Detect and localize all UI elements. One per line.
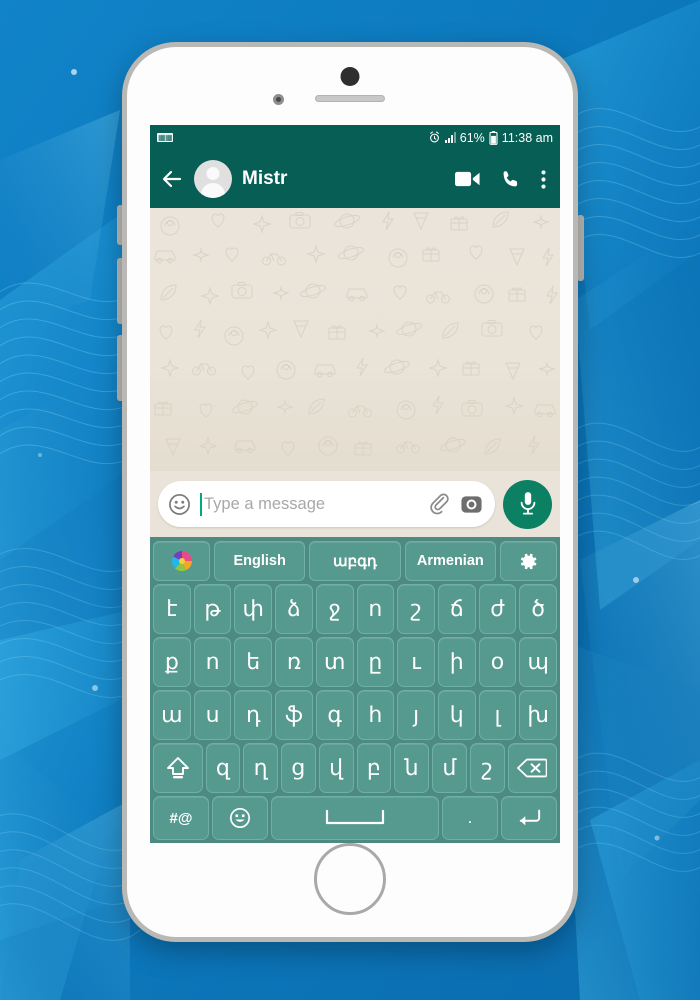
video-camera-icon[interactable] [455,169,480,189]
key-2-2[interactable]: դ [234,690,273,740]
language-armenian-label: Armenian [416,553,484,569]
keyboard-row-4: զ ղ ց վ բ ն մ շ [153,743,557,793]
avatar[interactable] [194,160,232,198]
key-3-7[interactable]: շ [469,743,505,793]
keyboard-row-3: ա ս դ ֆ գ հ յ կ լ խ [152,690,558,740]
keyboard-row-2: ք ո ե ռ տ ը ւ ի օ պ [152,637,558,687]
phone-screen: ▦▦ 61% 11:38 am Mistr Type a message Eng… [150,125,560,843]
smiley-icon[interactable] [168,493,191,516]
theme-palette-icon [171,551,192,572]
key-0-9[interactable]: ծ [519,584,558,634]
front-camera-icon [273,94,284,105]
key-2-4[interactable]: գ [315,690,354,740]
message-input-bar: Type a message [150,471,560,537]
microphone-icon [520,492,535,515]
chat-header: Mistr [150,150,560,208]
key-1-2[interactable]: ե [234,637,273,687]
key-0-5[interactable]: ո [356,584,395,634]
key-1-9[interactable]: պ [519,637,558,687]
key-3-4[interactable]: բ [356,743,392,793]
key-2-3[interactable]: ֆ [275,690,313,740]
language-english-button[interactable]: English [214,541,306,581]
key-0-6[interactable]: շ [397,584,435,634]
key-0-0[interactable]: է [152,584,191,634]
key-3-1[interactable]: ղ [243,743,278,793]
enter-key[interactable] [501,796,557,840]
shift-up-icon [166,757,189,779]
keyboard-row-1: է թ փ ձ ջ ո շ ճ ժ ծ [152,584,558,634]
battery-percent-label: 61% [459,130,485,145]
key-1-3[interactable]: ռ [275,637,313,687]
emoji-smiley-icon [230,808,250,828]
keyboard-row-5: #@ . [153,796,557,840]
key-2-7[interactable]: կ [437,690,476,740]
key-3-5[interactable]: ն [394,743,429,793]
key-2-5[interactable]: հ [356,690,395,740]
keyboard-toolbar-row: English աբգդ Armenian [153,541,557,581]
language-armenian-native-button[interactable]: աբգդ [309,541,401,581]
paperclip-icon[interactable] [429,493,451,515]
key-2-9[interactable]: խ [519,690,558,740]
key-0-4[interactable]: ջ [315,584,354,634]
alarm-icon [429,131,439,143]
period-key[interactable]: . [442,796,498,840]
space-key[interactable] [271,796,439,840]
key-0-8[interactable]: ժ [478,584,517,634]
key-1-1[interactable]: ո [193,637,232,687]
key-1-8[interactable]: օ [478,637,517,687]
proximity-sensor-icon [340,67,360,86]
key-1-7[interactable]: ի [437,637,476,687]
space-bar-icon [325,809,385,825]
status-bar: ▦▦ 61% 11:38 am [150,125,560,150]
key-3-3[interactable]: վ [318,743,354,793]
key-1-5[interactable]: ը [356,637,395,687]
symbols-key[interactable]: #@ [153,796,209,840]
contact-name: Mistr [242,168,288,189]
language-armenian-button[interactable]: Armenian [404,541,496,581]
key-1-6[interactable]: ւ [397,637,435,687]
earpiece-speaker [315,95,385,102]
keyboard-settings-button[interactable] [499,541,557,581]
phone-icon[interactable] [500,169,521,190]
voice-record-button[interactable] [503,479,552,529]
battery-icon [489,130,498,145]
key-1-4[interactable]: տ [315,637,354,687]
message-input-pill[interactable]: Type a message [158,481,495,527]
chat-message-area [150,208,560,471]
phone-mockup: ▦▦ 61% 11:38 am Mistr Type a message Eng… [122,42,578,942]
power-button[interactable] [577,215,584,281]
key-2-8[interactable]: լ [478,690,517,740]
settings-gear-icon [520,553,537,569]
key-2-1[interactable]: ս [193,690,232,740]
status-bar-time: 11:38 am [501,130,553,145]
key-2-6[interactable]: յ [397,690,435,740]
signal-bars-icon [444,132,456,143]
keyboard-icon: ▦▦ [157,133,174,142]
language-armenian-native-label: աբգդ [333,553,377,570]
key-2-0[interactable]: ա [152,690,191,740]
key-0-3[interactable]: ձ [275,584,313,634]
key-1-0[interactable]: ք [152,637,191,687]
enter-return-icon [519,809,541,826]
theme-palette-button[interactable] [153,541,210,581]
more-vertical-icon[interactable] [541,169,546,190]
key-0-1[interactable]: թ [193,584,232,634]
key-0-2[interactable]: փ [234,584,273,634]
key-3-2[interactable]: ց [281,743,316,793]
backspace-key[interactable] [507,743,557,793]
text-cursor [200,492,202,516]
emoji-key[interactable] [212,796,268,840]
key-3-0[interactable]: զ [205,743,241,793]
key-3-6[interactable]: մ [432,743,467,793]
key-0-7[interactable]: ճ [437,584,476,634]
chat-wallpaper-doodles [150,208,560,471]
armenian-keyboard: English աբգդ Armenian է թ փ ձ ջ ո շ ճ ժ … [150,537,560,843]
back-arrow-icon[interactable] [160,167,184,191]
message-placeholder: Type a message [204,494,326,513]
shift-key[interactable] [153,743,203,793]
home-button[interactable] [314,843,386,915]
backspace-icon [517,758,548,778]
camera-icon[interactable] [460,493,483,516]
language-english-label: English [233,553,286,569]
